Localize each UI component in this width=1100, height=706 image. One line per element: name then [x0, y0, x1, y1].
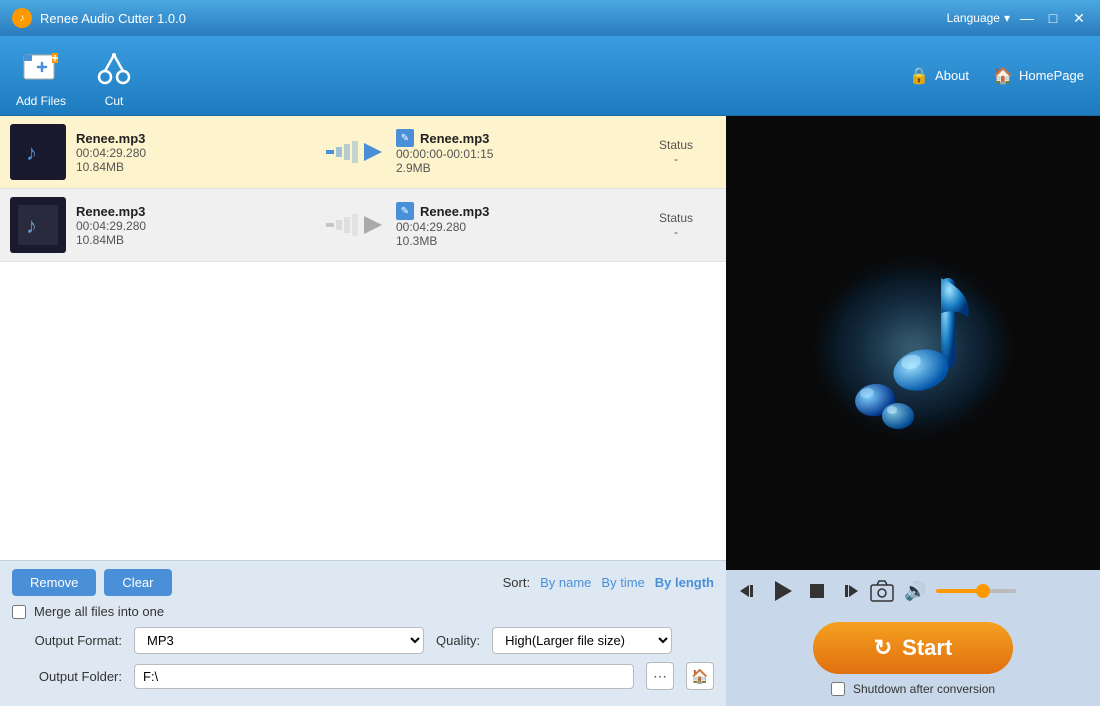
about-label: About [935, 68, 969, 83]
folder-open-button[interactable]: 🏠 [686, 662, 714, 690]
language-dropdown-icon: ▾ [1004, 11, 1010, 25]
svg-text:♪: ♪ [26, 213, 37, 238]
close-button[interactable]: ✕ [1070, 9, 1088, 27]
status-area: Status - [636, 211, 716, 239]
quality-select[interactable]: High(Larger file size) Medium Low(Smalle… [492, 627, 672, 654]
file-name: Renee.mp3 [76, 204, 316, 219]
edit-badge: ✎ [396, 129, 414, 147]
stop-button[interactable] [806, 580, 828, 602]
format-row: Output Format: MP3 AAC WAV FLAC OGG Qual… [12, 627, 714, 654]
folder-input[interactable] [134, 664, 634, 689]
maximize-button[interactable]: □ [1044, 9, 1062, 27]
quality-label: Quality: [436, 633, 480, 648]
camera-button[interactable] [870, 579, 894, 603]
shutdown-checkbox[interactable] [831, 682, 845, 696]
sort-label: Sort: [503, 575, 530, 590]
output-name: Renee.mp3 [420, 131, 489, 146]
status-area: Status - [636, 138, 716, 166]
shutdown-label[interactable]: Shutdown after conversion [853, 682, 995, 696]
preview-area [726, 116, 1100, 570]
status-label: Status [636, 211, 716, 225]
skip-back-button[interactable] [738, 580, 760, 602]
edit-badge: ✎ [396, 202, 414, 220]
title-bar: ♪ Renee Audio Cutter 1.0.0 Language ▾ — … [0, 0, 1100, 36]
window-controls: Language ▾ — □ ✕ [947, 9, 1088, 27]
status-label: Status [636, 138, 716, 152]
file-thumbnail: ♪ [10, 197, 66, 253]
file-info: Renee.mp3 00:04:29.280 10.84MB [76, 204, 316, 247]
cut-icon [90, 44, 138, 92]
player-controls: 🔊 [726, 570, 1100, 612]
language-selector[interactable]: Language ▾ [947, 11, 1010, 25]
arrow-area [316, 210, 396, 240]
skip-forward-button[interactable] [838, 580, 860, 602]
file-size: 10.84MB [76, 160, 316, 174]
action-row: Remove Clear Sort: By name By time By le… [12, 569, 714, 596]
remove-button[interactable]: Remove [12, 569, 96, 596]
right-panel: 🔊 ↻ Start Shutdown after conversion [726, 116, 1100, 706]
status-value: - [636, 225, 716, 239]
app-title: Renee Audio Cutter 1.0.0 [40, 11, 947, 26]
app-logo: ♪ [12, 8, 32, 28]
toolbar-right: 🔒 About 🏠 HomePage [909, 66, 1084, 86]
home-icon: 🏠 [993, 66, 1013, 86]
clear-button[interactable]: Clear [104, 569, 171, 596]
homepage-label: HomePage [1019, 68, 1084, 83]
add-files-button[interactable]: Add Files [16, 44, 66, 108]
sort-by-name[interactable]: By name [540, 575, 591, 590]
merge-label[interactable]: Merge all files into one [34, 604, 164, 619]
output-size: 2.9MB [396, 161, 636, 175]
volume-icon: 🔊 [904, 581, 926, 602]
table-row[interactable]: ♪ Renee.mp3 00:04:29.280 10.84MB [0, 189, 726, 262]
output-range: 00:00:00-00:01:15 [396, 147, 636, 161]
file-size: 10.84MB [76, 233, 316, 247]
sort-by-length[interactable]: By length [655, 575, 714, 590]
start-area: ↻ Start Shutdown after conversion [726, 612, 1100, 706]
folder-label: Output Folder: [12, 669, 122, 684]
arrow-area [316, 137, 396, 167]
bottom-controls: Remove Clear Sort: By name By time By le… [0, 560, 726, 706]
output-range: 00:04:29.280 [396, 220, 636, 234]
music-visual [803, 238, 1023, 448]
output-name: Renee.mp3 [420, 204, 489, 219]
left-panel: ♪ Renee.mp3 00:04:29.280 10.84MB [0, 116, 726, 706]
shutdown-row: Shutdown after conversion [831, 682, 995, 696]
start-label: Start [902, 635, 952, 661]
start-button[interactable]: ↻ Start [813, 622, 1013, 674]
about-link[interactable]: 🔒 About [909, 66, 969, 86]
file-name: Renee.mp3 [76, 131, 316, 146]
folder-row: Output Folder: ⋯ 🏠 [12, 662, 714, 690]
folder-browse-button[interactable]: ⋯ [646, 662, 674, 690]
merge-row: Merge all files into one [12, 604, 714, 619]
toolbar: Add Files Cut 🔒 About 🏠 HomePage [0, 36, 1100, 116]
language-label: Language [947, 11, 1000, 25]
add-files-icon [17, 44, 65, 92]
minimize-button[interactable]: — [1018, 9, 1036, 27]
homepage-link[interactable]: 🏠 HomePage [993, 66, 1084, 86]
sort-by-time[interactable]: By time [601, 575, 644, 590]
table-row[interactable]: ♪ Renee.mp3 00:04:29.280 10.84MB [0, 116, 726, 189]
cut-button[interactable]: Cut [90, 44, 138, 108]
status-value: - [636, 152, 716, 166]
sort-area: Sort: By name By time By length [503, 575, 714, 590]
merge-checkbox[interactable] [12, 605, 26, 619]
lock-icon: 🔒 [909, 66, 929, 86]
svg-text:♪: ♪ [26, 140, 37, 165]
output-info: ✎ Renee.mp3 00:04:29.280 10.3MB [396, 202, 636, 248]
file-thumbnail: ♪ [10, 124, 66, 180]
file-duration: 00:04:29.280 [76, 146, 316, 160]
file-duration: 00:04:29.280 [76, 219, 316, 233]
play-button[interactable] [770, 578, 796, 604]
format-label: Output Format: [12, 633, 122, 648]
file-info: Renee.mp3 00:04:29.280 10.84MB [76, 131, 316, 174]
start-refresh-icon: ↻ [874, 635, 892, 661]
file-list[interactable]: ♪ Renee.mp3 00:04:29.280 10.84MB [0, 116, 726, 560]
add-files-label: Add Files [16, 94, 66, 108]
output-info: ✎ Renee.mp3 00:00:00-00:01:15 2.9MB [396, 129, 636, 175]
output-size: 10.3MB [396, 234, 636, 248]
volume-slider[interactable] [936, 589, 1016, 593]
main-layout: ♪ Renee.mp3 00:04:29.280 10.84MB [0, 116, 1100, 706]
format-select[interactable]: MP3 AAC WAV FLAC OGG [134, 627, 424, 654]
cut-label: Cut [105, 94, 124, 108]
